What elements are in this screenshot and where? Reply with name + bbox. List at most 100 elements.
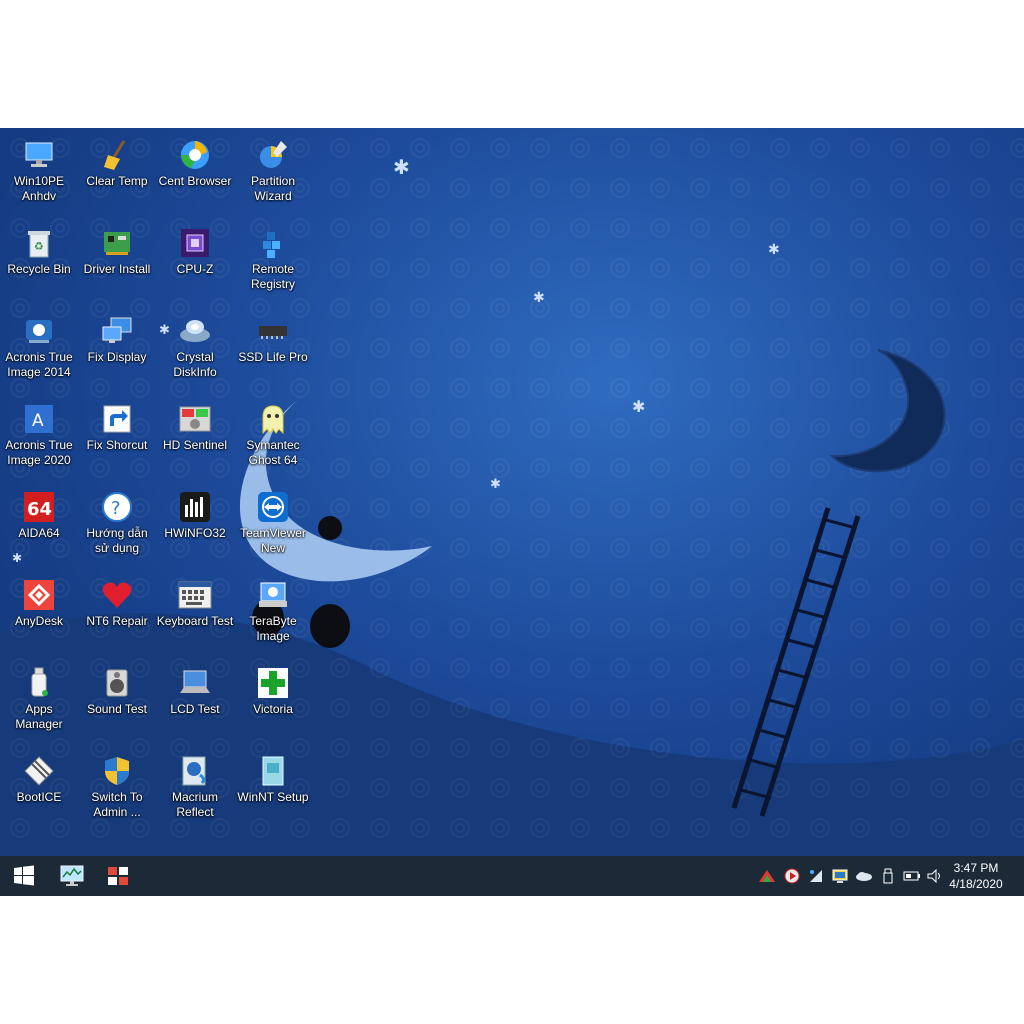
- desktop-icon-label: Cent Browser: [158, 174, 232, 188]
- windows-tiles-icon: [108, 867, 128, 885]
- tray-item-usb[interactable]: [879, 868, 897, 884]
- desktop-icon[interactable]: Fix Shorcut: [78, 396, 156, 482]
- desktop-icon[interactable]: CPU-Z: [156, 220, 234, 306]
- desktop-icon[interactable]: Macrium Reflect: [156, 748, 234, 834]
- shield-icon: [100, 754, 134, 788]
- desktop-icon-label: Victoria: [253, 702, 293, 716]
- desktop-icon-label: Win10PE Anhdv: [13, 174, 65, 203]
- desktop-icon[interactable]: Clear Temp: [78, 132, 156, 218]
- taskbar-clock[interactable]: 3:47 PM 4/18/2020: [940, 858, 1012, 894]
- desktop-icon[interactable]: Keyboard Test: [156, 572, 234, 658]
- teamviewer-icon: [256, 490, 290, 524]
- desktop-icon-label: Acronis True Image 2020: [5, 438, 73, 467]
- recycle-bin-icon: ♻: [22, 226, 56, 260]
- ghost-icon: [256, 402, 290, 436]
- desktop-icon[interactable]: HD Sentinel: [156, 396, 234, 482]
- desktop-icon-label: Hướng dẫn sử dụng: [86, 526, 148, 555]
- display-tray-icon: [832, 869, 848, 883]
- cpu-icon: [178, 226, 212, 260]
- svg-text:✱: ✱: [393, 155, 410, 179]
- setup-icon: [256, 754, 290, 788]
- desktop-icon[interactable]: Symantec Ghost 64: [234, 396, 312, 482]
- start-button[interactable]: [6, 856, 42, 896]
- speaker-icon: [100, 666, 134, 700]
- desktop-icon-label: Crystal DiskInfo: [173, 350, 217, 379]
- desktop-icon-label: WinNT Setup: [237, 790, 309, 804]
- tray-item-media[interactable]: [783, 868, 801, 884]
- desktop-icon-label: Switch To Admin ...: [91, 790, 143, 819]
- bootice-icon: [22, 754, 56, 788]
- desktop-icon[interactable]: ? Hướng dẫn sử dụng: [78, 484, 156, 570]
- heart-icon: [100, 578, 134, 612]
- desktop-icon[interactable]: TeraByte Image: [234, 572, 312, 658]
- tray-item-cloud[interactable]: [855, 868, 873, 884]
- taskbar-app-network-monitor[interactable]: [54, 860, 90, 892]
- taskbar-app-windows-tiles[interactable]: [100, 860, 136, 892]
- macrium-icon: [178, 754, 212, 788]
- acronis-2020-icon: A: [22, 402, 56, 436]
- desktop-icon[interactable]: WinNT Setup: [234, 748, 312, 834]
- desktop-icon[interactable]: Acronis True Image 2014: [0, 308, 78, 394]
- desktop-icon[interactable]: Remote Registry: [234, 220, 312, 306]
- network-monitor-icon: [60, 865, 84, 886]
- desktop-icon[interactable]: AnyDesk: [0, 572, 78, 658]
- desktop-icon-label: BootICE: [16, 790, 62, 804]
- svg-text:✱: ✱: [768, 242, 780, 258]
- desktop-icon[interactable]: Fix Display: [78, 308, 156, 394]
- desktop-screen: ✱ ✱ ✱ ✱ ✱ ✱ ✱ Win10PE Anhdv Clear Temp Cen…: [0, 128, 1024, 896]
- desktop-icon[interactable]: Victoria: [234, 660, 312, 746]
- keyboard-icon: [178, 578, 212, 612]
- desktop-icon-label: Driver Install: [83, 262, 151, 276]
- clock-time: 3:47 PM: [953, 861, 999, 875]
- desktop-icon[interactable]: SSD Life Pro: [234, 308, 312, 394]
- laptop-icon: [178, 666, 212, 700]
- battery-icon: [903, 871, 920, 881]
- desktop-icon[interactable]: LCD Test: [156, 660, 234, 746]
- desktop-icon-label: Fix Shorcut: [86, 438, 148, 452]
- desktop-icon[interactable]: Cent Browser: [156, 132, 234, 218]
- usb-tray-icon: [883, 868, 893, 884]
- sparkle-tray-icon: [810, 870, 822, 882]
- desktop-icon-label: AIDA64: [18, 526, 60, 540]
- desktop-icon[interactable]: Partition Wizard: [234, 132, 312, 218]
- desktop-icon[interactable]: Switch To Admin ...: [78, 748, 156, 834]
- svg-text:♻: ♻: [34, 240, 44, 253]
- hwinfo-icon: [178, 490, 212, 524]
- svg-text:✱: ✱: [490, 477, 501, 492]
- desktop-icon[interactable]: Driver Install: [78, 220, 156, 306]
- svg-text:?: ?: [111, 498, 121, 519]
- desktop-icon-label: Remote Registry: [250, 262, 295, 291]
- disk-info-icon: [178, 314, 212, 348]
- desktop-icon-label: TeraByte Image: [249, 614, 297, 643]
- tray-item-triangle[interactable]: [758, 868, 776, 884]
- desktop-icon[interactable]: Sound Test: [78, 660, 156, 746]
- browser-icon: [178, 138, 212, 172]
- desktop-icon-label: Symantec Ghost 64: [246, 438, 300, 467]
- desktop-icon-label: Sound Test: [87, 702, 147, 716]
- broom-icon: [100, 138, 134, 172]
- desktop-icon-label: AnyDesk: [14, 614, 64, 628]
- desktop-icon-label: HD Sentinel: [162, 438, 228, 452]
- driver-icon: [100, 226, 134, 260]
- desktop-icon-label: TeamViewer New: [240, 526, 306, 555]
- tray-item-sparkle[interactable]: [807, 868, 825, 884]
- desktop-icon-label: Apps Manager: [15, 702, 63, 731]
- desktop-icon[interactable]: Apps Manager: [0, 660, 78, 746]
- tray-item-battery[interactable]: [903, 868, 921, 884]
- shortcut-icon: [100, 402, 134, 436]
- desktop-icon[interactable]: Win10PE Anhdv: [0, 132, 78, 218]
- usb-icon: [22, 666, 56, 700]
- desktop-icon-label: HWiNFO32: [164, 526, 226, 540]
- desktop-icon[interactable]: ♻ Recycle Bin: [0, 220, 78, 306]
- desktop-icon[interactable]: A Acronis True Image 2020: [0, 396, 78, 482]
- desktop-icon-label: NT6 Repair: [86, 614, 148, 628]
- tray-item-display[interactable]: [831, 868, 849, 884]
- desktop-icon[interactable]: Crystal DiskInfo: [156, 308, 234, 394]
- desktop-icon[interactable]: HWiNFO32: [156, 484, 234, 570]
- desktop-icon[interactable]: TeamViewer New: [234, 484, 312, 570]
- taskbar: 3:47 PM 4/18/2020: [0, 856, 1024, 896]
- svg-text:64: 64: [27, 499, 52, 520]
- desktop-icon[interactable]: 64 AIDA64: [0, 484, 78, 570]
- desktop-icon[interactable]: BootICE: [0, 748, 78, 834]
- desktop-icon[interactable]: NT6 Repair: [78, 572, 156, 658]
